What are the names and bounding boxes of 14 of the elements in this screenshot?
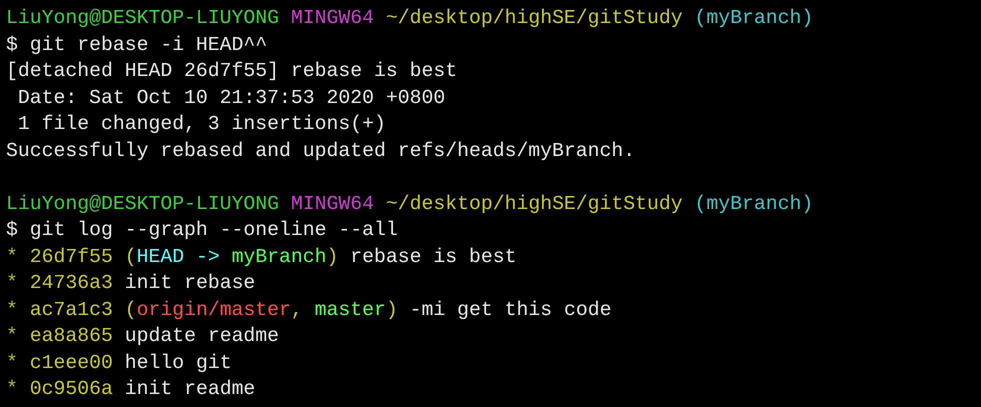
terminal-line: $ git rebase -i HEAD^^ [6, 34, 268, 56]
terminal-line: LiuYong@DESKTOP-LIUYONG MINGW64 ~/desktop/highSE/gitStudy (myBranch) [6, 7, 814, 29]
terminal-line: * 0c9506a init readme [6, 378, 256, 400]
terminal-line: 1 file changed, 3 insertions(+) [16, 113, 386, 135]
terminal-line: * ac7a1c3 (origin/master, master) -mi get this code [6, 298, 612, 320]
terminal-line: * 26d7f55 (HEAD -> myBranch) rebase is best [6, 246, 516, 268]
terminal-line: Successfully rebased and updated refs/heads/myBranch. [6, 140, 636, 162]
terminal-line: * c1eee00 hello git [6, 352, 232, 374]
terminal-line: Date: Sat Oct 10 21:37:53 2020 +0800 [16, 86, 446, 108]
terminal-line: LiuYong@DESKTOP-LIUYONG MINGW64 ~/desktop/highSE/gitStudy (myBranch) [6, 192, 814, 214]
terminal-line: $ git log --graph --oneline --all [6, 219, 398, 241]
terminal-line: * 24736a3 init rebase [6, 272, 256, 294]
terminal-line: [detached HEAD 26d7f55] rebase is best [6, 60, 458, 82]
terminal-line: * ea8a865 update readme [6, 325, 280, 347]
